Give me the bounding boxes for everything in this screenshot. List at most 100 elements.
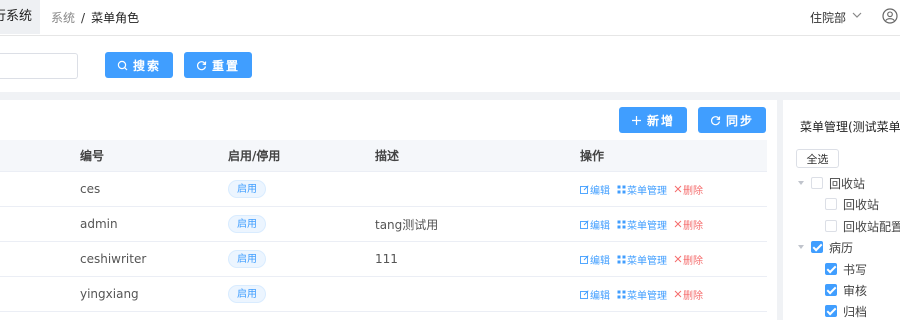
chevron-down-icon[interactable] xyxy=(852,10,862,20)
menu-manage-link[interactable]: 菜单管理 xyxy=(617,217,667,232)
menu-panel-title: 菜单管理(测试菜单权 xyxy=(800,120,900,134)
status-badge[interactable]: 启用 xyxy=(228,250,266,268)
top-bar: 行系统 系统 / 菜单角色 住院部 xyxy=(0,0,900,36)
delete-label: 删除 xyxy=(683,290,703,302)
add-button-label: 新增 xyxy=(646,113,675,128)
table-row: yingxiang 启用 编辑 菜单管理 删除 xyxy=(0,277,767,312)
row-status: 启用 xyxy=(228,172,266,206)
edit-label: 编辑 xyxy=(590,255,610,267)
row-status: 启用 xyxy=(228,277,266,311)
tree-checkbox[interactable] xyxy=(825,263,837,275)
close-icon xyxy=(674,185,682,193)
delete-link[interactable]: 删除 xyxy=(674,287,703,302)
reset-button[interactable]: 重置 xyxy=(184,52,252,78)
close-icon xyxy=(674,220,682,228)
status-badge[interactable]: 启用 xyxy=(228,215,266,233)
column-header-operations: 操作 xyxy=(580,149,605,163)
search-button-label: 搜索 xyxy=(132,58,161,73)
search-input[interactable] xyxy=(0,53,78,79)
tree-node-recycle-config[interactable]: 回收站配置 xyxy=(825,218,900,234)
edit-icon xyxy=(580,289,589,299)
reset-button-label: 重置 xyxy=(211,58,240,73)
tree-checkbox[interactable] xyxy=(811,241,823,253)
breadcrumb-separator: / xyxy=(81,11,86,25)
tree-checkbox[interactable] xyxy=(825,305,837,317)
add-button[interactable]: 新增 xyxy=(619,107,687,133)
row-status: 启用 xyxy=(228,242,266,276)
tree-checkbox[interactable] xyxy=(811,177,823,189)
column-header-code: 编号 xyxy=(80,149,105,163)
edit-icon xyxy=(580,254,589,264)
row-operations: 编辑 菜单管理 删除 xyxy=(580,207,710,241)
system-title: 行系统 xyxy=(0,9,32,24)
system-title-tab[interactable]: 行系统 xyxy=(0,0,40,34)
row-code: yingxiang xyxy=(80,287,139,301)
search-bar: 搜索 重置 xyxy=(0,36,900,92)
status-badge[interactable]: 启用 xyxy=(228,180,266,198)
tree-checkbox[interactable] xyxy=(825,220,837,232)
edit-label: 编辑 xyxy=(590,185,610,197)
breadcrumb: 系统 / 菜单角色 xyxy=(51,9,139,26)
tree-node-writing[interactable]: 书写 xyxy=(825,261,867,277)
sync-button-label: 同步 xyxy=(725,113,754,128)
menu-manage-label: 菜单管理 xyxy=(627,220,667,232)
tree-node-label: 回收站 xyxy=(829,176,866,191)
table-row: ces 启用 编辑 菜单管理 删除 xyxy=(0,172,767,207)
edit-link[interactable]: 编辑 xyxy=(580,217,610,232)
delete-label: 删除 xyxy=(683,255,703,267)
tree-node-recycle[interactable]: 回收站 xyxy=(797,175,865,191)
tree-node-review[interactable]: 审核 xyxy=(825,282,867,298)
grid-icon xyxy=(617,255,626,263)
caret-down-icon[interactable] xyxy=(797,179,805,187)
department-selector[interactable]: 住院部 xyxy=(810,9,846,26)
breadcrumb-parent[interactable]: 系统 xyxy=(51,11,75,25)
table-header: 编号 启用/停用 描述 操作 xyxy=(0,140,767,172)
tree-node-label: 病历 xyxy=(829,240,854,255)
grid-icon xyxy=(617,185,626,193)
sync-icon xyxy=(710,115,721,125)
tree-node-archive[interactable]: 归档 xyxy=(825,303,867,319)
table-row: ceshiwriter 启用 111 编辑 菜单管理 删除 xyxy=(0,242,767,277)
sync-button[interactable]: 同步 xyxy=(698,107,766,133)
edit-link[interactable]: 编辑 xyxy=(580,287,610,302)
search-icon xyxy=(117,60,128,70)
close-icon xyxy=(674,255,682,263)
delete-link[interactable]: 删除 xyxy=(674,182,703,197)
caret-down-icon[interactable] xyxy=(797,243,805,251)
tree-node-label: 书写 xyxy=(843,262,868,277)
menu-manage-link[interactable]: 菜单管理 xyxy=(617,287,667,302)
edit-link[interactable]: 编辑 xyxy=(580,252,610,267)
grid-icon xyxy=(617,290,626,298)
menu-manage-link[interactable]: 菜单管理 xyxy=(617,252,667,267)
edit-label: 编辑 xyxy=(590,220,610,232)
edit-label: 编辑 xyxy=(590,290,610,302)
tree-node-recycle-child[interactable]: 回收站 xyxy=(825,196,879,212)
menu-manage-label: 菜单管理 xyxy=(627,255,667,267)
tree-node-label: 归档 xyxy=(843,304,868,319)
delete-link[interactable]: 删除 xyxy=(674,217,703,232)
role-table-panel: 新增 同步 编号 启用/停用 描述 操作 ces 启用 编辑 菜单管理 删除 a… xyxy=(0,100,777,320)
user-avatar-icon[interactable] xyxy=(882,8,898,24)
menu-manage-label: 菜单管理 xyxy=(627,290,667,302)
tree-node-medical-record[interactable]: 病历 xyxy=(797,239,853,255)
row-code: ceshiwriter xyxy=(80,252,147,266)
column-header-status: 启用/停用 xyxy=(228,149,281,163)
tree-node-label: 回收站配置 xyxy=(843,219,900,234)
delete-link[interactable]: 删除 xyxy=(674,252,703,267)
row-description: tang测试用 xyxy=(375,217,439,232)
search-button[interactable]: 搜索 xyxy=(105,52,173,78)
status-badge[interactable]: 启用 xyxy=(228,285,266,303)
table-row: admin 启用 tang测试用 编辑 菜单管理 删除 xyxy=(0,207,767,242)
plus-icon xyxy=(631,115,641,125)
select-all-button[interactable]: 全选 xyxy=(796,149,839,168)
edit-icon xyxy=(580,184,589,194)
tree-checkbox[interactable] xyxy=(825,198,837,210)
row-code: ces xyxy=(80,182,101,196)
tree-checkbox[interactable] xyxy=(825,284,837,296)
breadcrumb-current: 菜单角色 xyxy=(91,11,140,25)
row-operations: 编辑 菜单管理 删除 xyxy=(580,242,710,276)
menu-manage-link[interactable]: 菜单管理 xyxy=(617,182,667,197)
column-header-description: 描述 xyxy=(375,149,400,163)
grid-icon xyxy=(617,220,626,228)
edit-link[interactable]: 编辑 xyxy=(580,182,610,197)
